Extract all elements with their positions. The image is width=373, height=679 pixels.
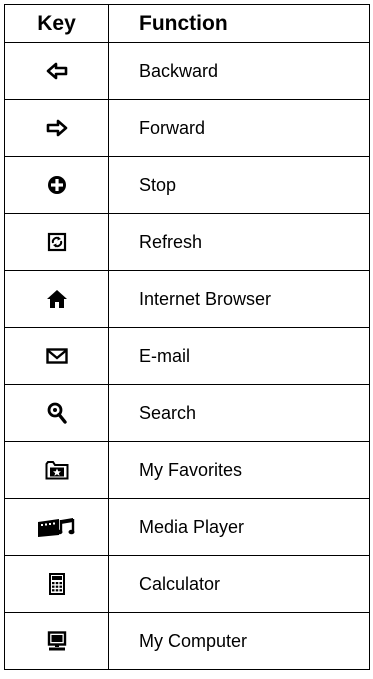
function-label: Internet Browser: [108, 270, 370, 328]
table-row: Media Player: [4, 498, 370, 556]
table-row: My Favorites: [4, 441, 370, 499]
function-label: My Favorites: [108, 441, 370, 499]
arrow-right-icon: [4, 99, 109, 157]
home-icon: [4, 270, 109, 328]
header-key: Key: [4, 4, 109, 43]
media-player-icon: [4, 498, 109, 556]
table-row: My Computer: [4, 612, 370, 670]
table-row: E-mail: [4, 327, 370, 385]
function-label: Stop: [108, 156, 370, 214]
function-label: My Computer: [108, 612, 370, 670]
table-row: Search: [4, 384, 370, 442]
table-header-row: Key Function: [4, 4, 370, 43]
header-function: Function: [108, 4, 370, 43]
envelope-icon: [4, 327, 109, 385]
table-row: Backward: [4, 42, 370, 100]
computer-icon: [4, 612, 109, 670]
function-label: Search: [108, 384, 370, 442]
table-row: Stop: [4, 156, 370, 214]
function-label: Media Player: [108, 498, 370, 556]
function-label: Backward: [108, 42, 370, 100]
function-label: Calculator: [108, 555, 370, 613]
stop-icon: [4, 156, 109, 214]
favorites-folder-icon: [4, 441, 109, 499]
magnifier-icon: [4, 384, 109, 442]
table-row: Internet Browser: [4, 270, 370, 328]
calculator-icon: [4, 555, 109, 613]
function-label: E-mail: [108, 327, 370, 385]
table-row: Refresh: [4, 213, 370, 271]
function-label: Forward: [108, 99, 370, 157]
key-function-table: Key Function Backward Forward Stop Refre…: [4, 4, 370, 670]
refresh-icon: [4, 213, 109, 271]
arrow-left-icon: [4, 42, 109, 100]
function-label: Refresh: [108, 213, 370, 271]
table-row: Calculator: [4, 555, 370, 613]
table-row: Forward: [4, 99, 370, 157]
